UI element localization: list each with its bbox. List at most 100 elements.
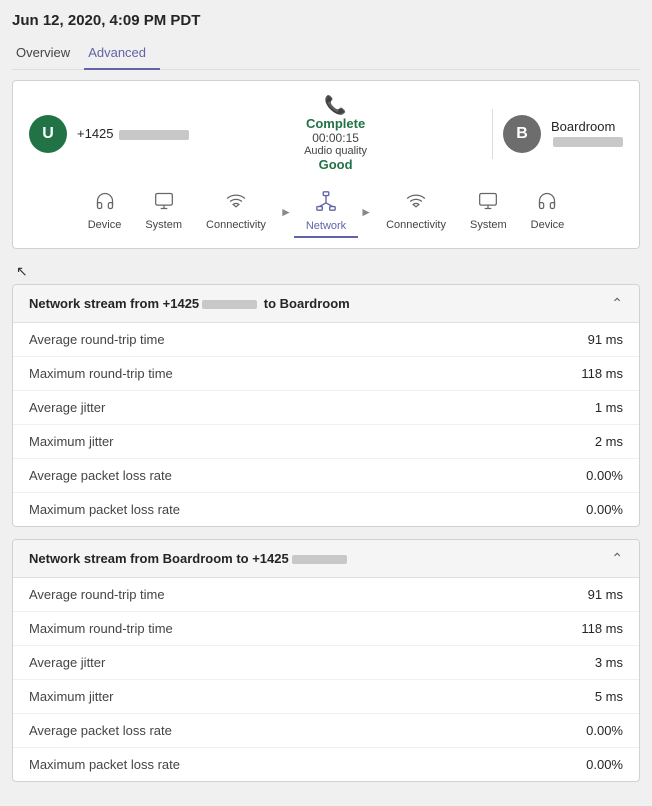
divider-vertical (492, 109, 493, 159)
caller-left-avatar: U (29, 115, 67, 153)
table-row: Average round-trip time 91 ms (13, 578, 639, 612)
stream2-chevron-up[interactable]: ⌃ (611, 550, 623, 567)
stream2-section: Network stream from Boardroom to +1425 ⌃… (12, 539, 640, 782)
stream2-redacted (292, 555, 347, 564)
nav-item-network[interactable]: Network (294, 186, 358, 238)
caller-left-phone: +1425 (77, 126, 114, 141)
row-label: Average round-trip time (29, 332, 165, 347)
stream1-section: Network stream from +1425 to Boardroom ⌃… (12, 284, 640, 527)
nav-label-system-left: System (145, 219, 182, 231)
caller-left-info: +1425 (77, 126, 189, 141)
row-label: Average packet loss rate (29, 468, 172, 483)
tab-advanced[interactable]: Advanced (84, 39, 160, 70)
page-wrapper: Jun 12, 2020, 4:09 PM PDT Overview Advan… (0, 0, 652, 806)
caller-right-info: Boardroom (551, 119, 623, 149)
row-value: 91 ms (588, 587, 623, 602)
nav-item-system-left[interactable]: System (133, 187, 194, 237)
network-icon (315, 190, 337, 217)
nav-label-connectivity-left: Connectivity (206, 219, 266, 231)
headset-icon-left (95, 191, 115, 216)
stream1-title: Network stream from +1425 to Boardroom (29, 296, 350, 311)
call-summary-card: U +1425 📞 Complete 00:00:15 Audio qualit… (12, 80, 640, 249)
row-label: Average packet loss rate (29, 723, 172, 738)
stream2-rows: Average round-trip time 91 ms Maximum ro… (13, 578, 639, 781)
table-row: Average jitter 3 ms (13, 646, 639, 680)
stream2-title: Network stream from Boardroom to +1425 (29, 551, 350, 566)
audio-quality-label: Audio quality (189, 145, 482, 157)
nav-label-device-right: Device (531, 219, 565, 231)
caller-left-redacted (119, 130, 189, 140)
nav-label-system-right: System (470, 219, 507, 231)
table-row: Average packet loss rate 0.00% (13, 459, 639, 493)
row-value: 0.00% (586, 723, 623, 738)
table-row: Maximum packet loss rate 0.00% (13, 748, 639, 781)
table-row: Average packet loss rate 0.00% (13, 714, 639, 748)
row-label: Maximum round-trip time (29, 621, 173, 636)
nav-label-connectivity-right: Connectivity (386, 219, 446, 231)
nav-item-device-right[interactable]: Device (519, 187, 577, 237)
row-label: Maximum jitter (29, 434, 114, 449)
headset-icon-right (537, 191, 557, 216)
table-row: Maximum round-trip time 118 ms (13, 612, 639, 646)
nav-item-connectivity-left[interactable]: Connectivity (194, 187, 278, 237)
wifi-icon-left (226, 191, 246, 216)
monitor-icon-left (154, 191, 174, 216)
row-label: Maximum round-trip time (29, 366, 173, 381)
row-label: Average jitter (29, 655, 105, 670)
call-center-status: 📞 Complete 00:00:15 Audio quality Good (189, 95, 482, 172)
row-value: 1 ms (595, 400, 623, 415)
stream1-chevron-up[interactable]: ⌃ (611, 295, 623, 312)
row-label: Average round-trip time (29, 587, 165, 602)
row-value: 118 ms (581, 621, 623, 636)
row-label: Maximum packet loss rate (29, 757, 180, 772)
arrow-right-icon: ► (278, 205, 294, 219)
caller-right-name: Boardroom (551, 119, 623, 134)
tab-overview[interactable]: Overview (12, 39, 84, 70)
table-row: Maximum jitter 2 ms (13, 425, 639, 459)
table-row: Maximum jitter 5 ms (13, 680, 639, 714)
nav-item-system-right[interactable]: System (458, 187, 519, 237)
cursor-indicator: ↖ (16, 263, 28, 279)
row-value: 5 ms (595, 689, 623, 704)
nav-item-connectivity-right[interactable]: Connectivity (374, 187, 458, 237)
stream1-title-suffix: to Boardroom (260, 296, 350, 311)
phone-icon: 📞 (189, 95, 482, 116)
stream2-header: Network stream from Boardroom to +1425 ⌃ (13, 540, 639, 578)
audio-quality-value: Good (189, 157, 482, 172)
row-value: 0.00% (586, 757, 623, 772)
arrow-right-icon-2: ► (358, 205, 374, 219)
nav-label-device-left: Device (88, 219, 122, 231)
nav-item-device-left[interactable]: Device (76, 187, 134, 237)
stream1-title-prefix: Network stream from +1425 (29, 296, 199, 311)
row-value: 0.00% (586, 468, 623, 483)
table-row: Maximum round-trip time 118 ms (13, 357, 639, 391)
stream1-rows: Average round-trip time 91 ms Maximum ro… (13, 323, 639, 526)
caller-left: U +1425 (29, 115, 189, 153)
table-row: Average round-trip time 91 ms (13, 323, 639, 357)
network-nav: Device System Connectivity (29, 186, 623, 238)
row-value: 118 ms (581, 366, 623, 381)
cursor-area: ↖ (12, 261, 640, 284)
call-status: Complete (189, 116, 482, 131)
nav-label-network: Network (306, 220, 346, 232)
row-label: Average jitter (29, 400, 105, 415)
table-row: Average jitter 1 ms (13, 391, 639, 425)
stream1-header: Network stream from +1425 to Boardroom ⌃ (13, 285, 639, 323)
row-label: Maximum packet loss rate (29, 502, 180, 517)
caller-right-avatar: B (503, 115, 541, 153)
row-value: 2 ms (595, 434, 623, 449)
stream2-title-prefix: Network stream from Boardroom to +1425 (29, 551, 289, 566)
row-value: 0.00% (586, 502, 623, 517)
table-row: Maximum packet loss rate 0.00% (13, 493, 639, 526)
row-label: Maximum jitter (29, 689, 114, 704)
row-value: 91 ms (588, 332, 623, 347)
monitor-icon-right (478, 191, 498, 216)
call-duration: 00:00:15 (189, 131, 482, 145)
stream1-redacted (202, 300, 257, 309)
wifi-icon-right (406, 191, 426, 216)
caller-right: B Boardroom (503, 115, 623, 153)
page-timestamp: Jun 12, 2020, 4:09 PM PDT (12, 12, 640, 29)
caller-right-redacted (553, 137, 623, 147)
call-header: U +1425 📞 Complete 00:00:15 Audio qualit… (29, 95, 623, 172)
row-value: 3 ms (595, 655, 623, 670)
